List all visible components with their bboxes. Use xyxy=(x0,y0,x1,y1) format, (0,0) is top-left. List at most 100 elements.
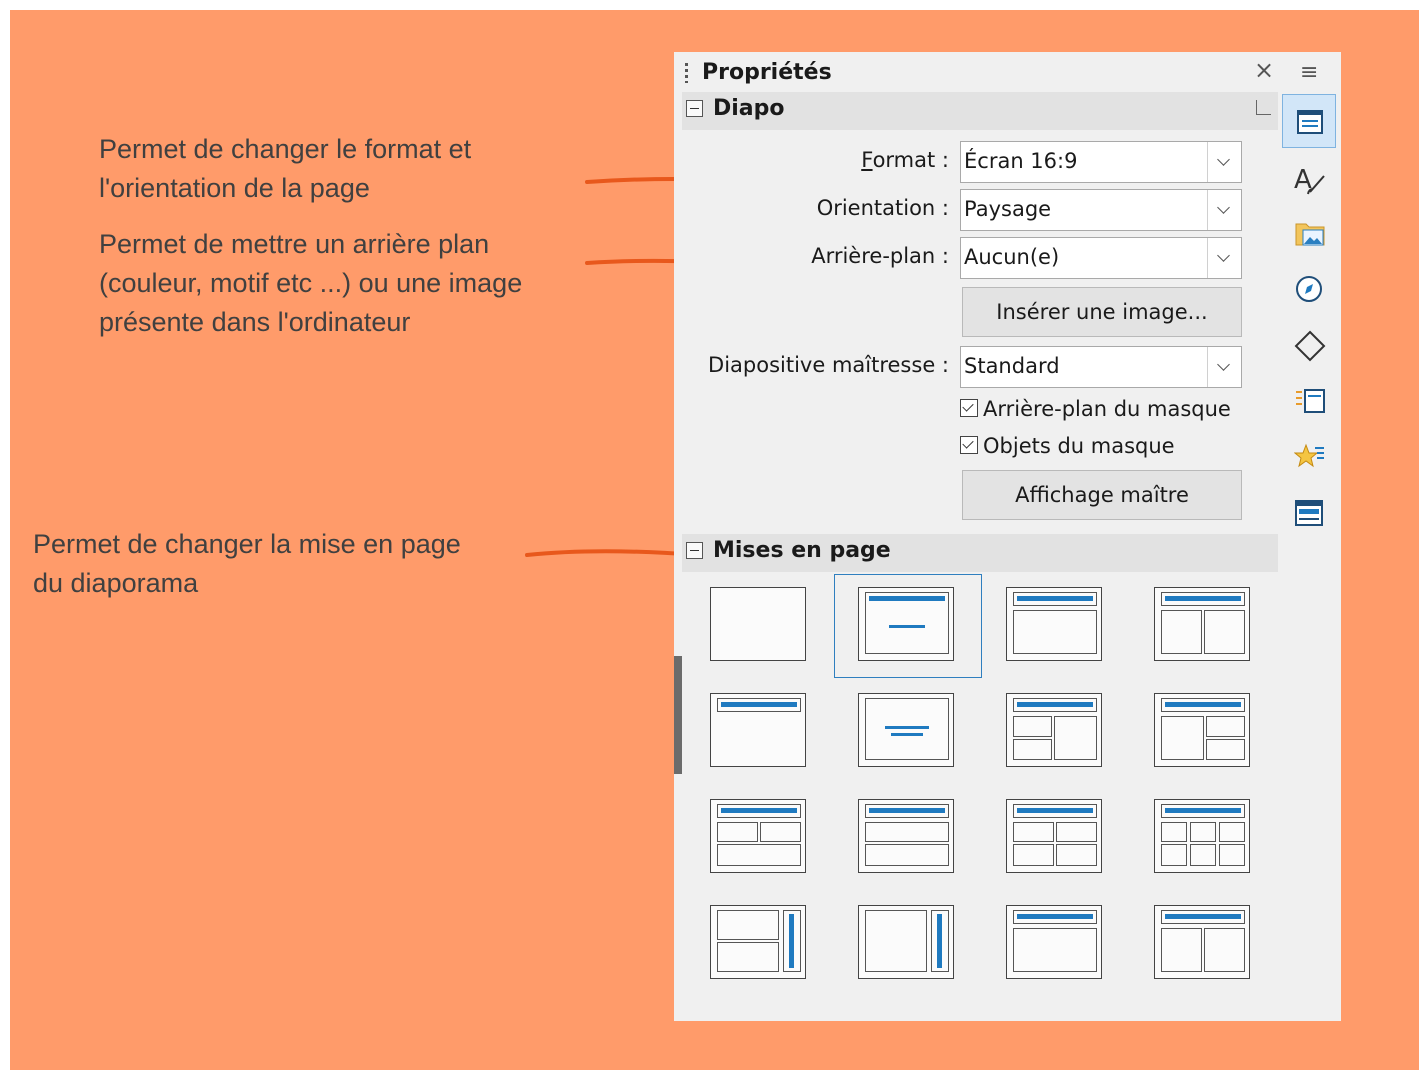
master-background-label: Arrière-plan du masque xyxy=(983,397,1231,421)
layout-vertical-title-2[interactable] xyxy=(710,905,806,979)
content-placeholder-box xyxy=(1204,610,1245,654)
title-placeholder-bar xyxy=(1165,914,1241,919)
content-placeholder-box xyxy=(1013,928,1097,972)
content-placeholder-box xyxy=(865,844,949,866)
layout-centered-text[interactable] xyxy=(858,693,954,767)
master-background-checkbox[interactable]: Arrière-plan du masque xyxy=(960,397,1231,421)
annotation-format: Permet de changer le format et l'orienta… xyxy=(99,134,472,203)
chevron-down-icon[interactable] xyxy=(1207,347,1241,387)
orientation-select[interactable]: Paysage xyxy=(960,189,1242,231)
layout-vertical-title-1[interactable] xyxy=(858,905,954,979)
title-placeholder-bar xyxy=(869,596,945,601)
content-placeholder-box xyxy=(1206,739,1245,760)
annotation-background: Permet de mettre un arrière plan (couleu… xyxy=(99,229,523,337)
title-placeholder-bar xyxy=(721,702,797,707)
content-placeholder-box xyxy=(1013,822,1054,842)
chevron-down-icon[interactable] xyxy=(1207,190,1241,230)
content-placeholder-box xyxy=(1013,610,1097,654)
more-options-icon[interactable] xyxy=(1256,100,1271,115)
title-placeholder-bar xyxy=(889,625,925,628)
layout-title-two-columns[interactable] xyxy=(1154,587,1250,661)
orientation-label: Orientation : xyxy=(816,196,949,220)
animation-icon[interactable] xyxy=(1282,430,1336,484)
title-placeholder-bar xyxy=(1017,808,1093,813)
content-placeholder-box xyxy=(1206,716,1245,737)
title-placeholder-bar xyxy=(1165,702,1241,707)
content-placeholder-box xyxy=(1013,716,1052,737)
layout-title-vertical[interactable] xyxy=(1006,905,1102,979)
close-icon[interactable]: × xyxy=(1254,56,1274,84)
content-placeholder-box xyxy=(865,592,949,654)
title-placeholder-bar xyxy=(721,808,797,813)
section-layouts: Mises en page xyxy=(682,534,1278,572)
layout-title-top[interactable] xyxy=(710,693,806,767)
checkbox-checked-icon[interactable] xyxy=(960,436,978,454)
layout-title-content-2-left[interactable] xyxy=(1006,693,1102,767)
content-placeholder-box xyxy=(1054,716,1097,760)
master-objects-checkbox[interactable]: Objets du masque xyxy=(960,434,1175,458)
master-slide-label: Diapositive maîtresse : xyxy=(708,353,949,377)
layout-title-content[interactable] xyxy=(834,574,982,678)
layout-title-2-rows[interactable] xyxy=(858,799,954,873)
content-placeholder-box xyxy=(1190,822,1216,842)
title-placeholder-bar xyxy=(1165,596,1241,601)
format-select[interactable]: Écran 16:9 xyxy=(960,141,1242,183)
insert-image-button[interactable]: Insérer une image... xyxy=(962,287,1242,337)
content-placeholder-box xyxy=(865,698,949,760)
orientation-value: Paysage xyxy=(964,197,1052,221)
content-placeholder-box xyxy=(717,910,779,940)
content-placeholder-box xyxy=(717,822,758,842)
master-view-button[interactable]: Affichage maître xyxy=(962,470,1242,520)
master-slide-select[interactable]: Standard xyxy=(960,346,1242,388)
title-placeholder-bar xyxy=(1017,914,1093,919)
layout-title-4[interactable] xyxy=(1006,799,1102,873)
title-placeholder-bar xyxy=(885,726,929,729)
layout-title-2-right[interactable] xyxy=(1154,693,1250,767)
content-placeholder-box xyxy=(717,942,779,972)
master-slide-value: Standard xyxy=(964,354,1060,378)
content-placeholder-box xyxy=(1219,822,1245,842)
content-placeholder-box xyxy=(1056,844,1097,866)
layout-title-2-top-1-bottom[interactable] xyxy=(710,799,806,873)
layout-title-6[interactable] xyxy=(1154,799,1250,873)
master-slides-icon[interactable] xyxy=(1282,486,1336,540)
properties-icon[interactable] xyxy=(1282,94,1336,148)
chevron-down-icon[interactable] xyxy=(1207,142,1241,182)
content-placeholder-box xyxy=(1161,610,1202,654)
gallery-icon[interactable] xyxy=(1282,206,1336,260)
layout-title-only[interactable] xyxy=(1006,587,1102,661)
layout-blank[interactable] xyxy=(710,587,806,661)
collapse-layouts-toggle[interactable] xyxy=(686,542,703,559)
content-placeholder-box xyxy=(1190,844,1216,866)
title-placeholder-bar xyxy=(789,914,794,968)
title-placeholder-bar xyxy=(1017,596,1093,601)
layout-title-two-vertical[interactable] xyxy=(1154,905,1250,979)
annotation-layouts: Permet de changer la mise en page du dia… xyxy=(33,529,461,598)
chevron-down-icon[interactable] xyxy=(1207,238,1241,278)
slide-transition-icon[interactable] xyxy=(1282,374,1336,428)
content-placeholder-box xyxy=(717,844,801,866)
checkbox-checked-icon[interactable] xyxy=(960,399,978,417)
section-layouts-label: Mises en page xyxy=(713,538,891,563)
content-placeholder-box xyxy=(1161,928,1202,972)
grip-handle[interactable] xyxy=(685,63,688,83)
title-placeholder-bar xyxy=(1017,702,1093,707)
sidebar-tab-bar: A xyxy=(1278,92,1341,1021)
content-placeholder-box xyxy=(1161,822,1187,842)
shapes-icon[interactable] xyxy=(1282,318,1336,372)
sidebar-collapse-handle[interactable] xyxy=(674,656,682,774)
background-label: Arrière-plan : xyxy=(811,244,949,268)
section-diapo-label: Diapo xyxy=(713,96,785,121)
sidebar-menu-icon[interactable]: ≡ xyxy=(1300,60,1318,85)
background-select[interactable]: Aucun(e) xyxy=(960,237,1242,279)
panel-title: Propriétés xyxy=(702,60,832,85)
master-objects-label: Objets du masque xyxy=(983,434,1175,458)
navigator-icon[interactable] xyxy=(1282,262,1336,316)
title-placeholder-bar xyxy=(891,733,923,736)
styles-icon[interactable]: A xyxy=(1282,150,1336,204)
collapse-diapo-toggle[interactable] xyxy=(686,100,703,117)
format-label: Format : xyxy=(861,148,949,172)
content-placeholder-box xyxy=(1013,844,1054,866)
background-value: Aucun(e) xyxy=(964,245,1060,269)
title-placeholder-bar xyxy=(1165,808,1241,813)
